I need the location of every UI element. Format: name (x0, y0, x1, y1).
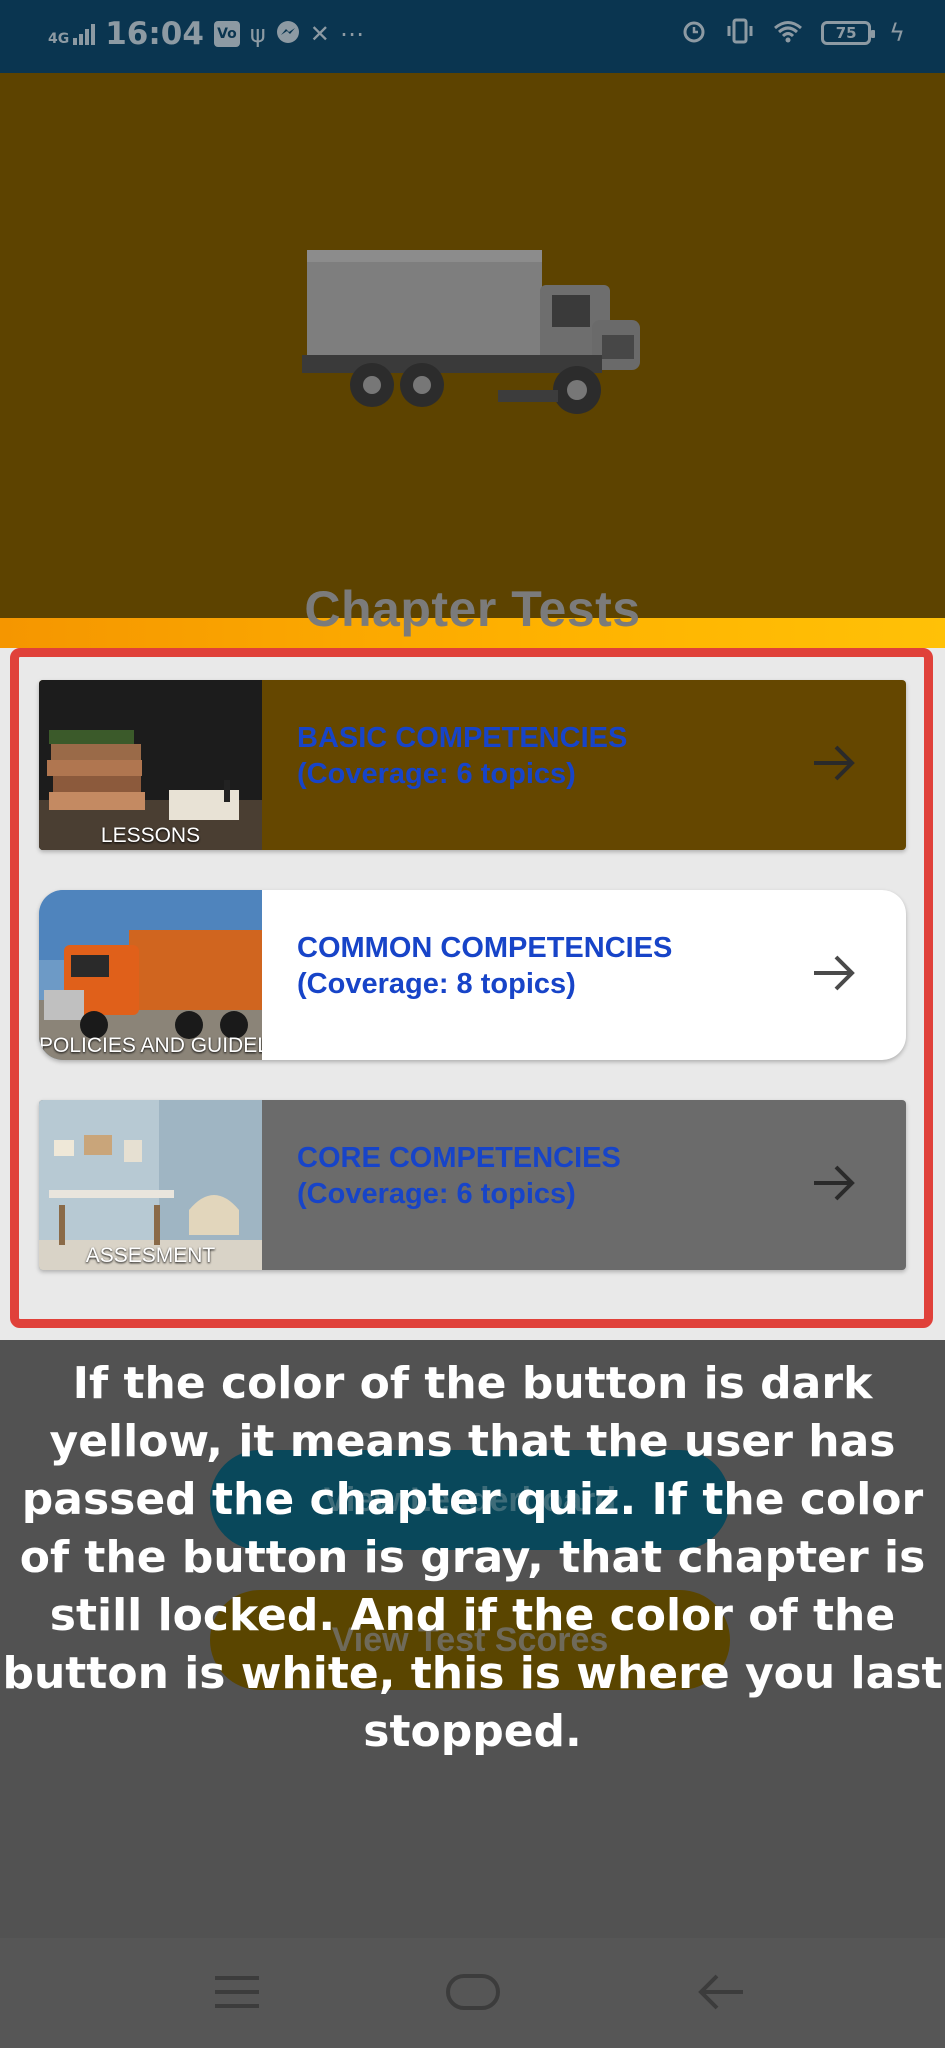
vibrate-icon (725, 18, 755, 48)
network-type: 4G (48, 31, 70, 47)
truck-illustration (302, 250, 640, 414)
status-bar: 4G 16:04 Vo ψ ✕ ⋯ 75 ϟ (0, 0, 945, 73)
menu-icon[interactable] (212, 1968, 262, 2016)
signal-icon: 4G (48, 23, 96, 47)
messenger-icon (276, 20, 300, 48)
tools-icon: ✕ (309, 20, 330, 48)
battery-level: 75 (835, 24, 857, 42)
status-time: 16:04 (105, 16, 204, 52)
usb-icon: ψ (249, 20, 266, 48)
volte-icon: Vo (213, 21, 240, 47)
battery-icon: 75 (821, 21, 876, 45)
charging-icon: ϟ (889, 19, 905, 47)
wifi-icon (773, 19, 803, 47)
more-icon: ⋯ (339, 20, 364, 48)
page-title: Chapter Tests (304, 581, 641, 637)
back-icon[interactable] (695, 1968, 747, 2016)
tutorial-highlight-frame (10, 648, 933, 1328)
alarm-icon (681, 18, 707, 48)
home-icon[interactable] (445, 1968, 501, 2016)
tutorial-overlay-text[interactable]: If the color of the button is dark yello… (0, 1355, 945, 1761)
system-nav-bar (0, 1938, 945, 2048)
